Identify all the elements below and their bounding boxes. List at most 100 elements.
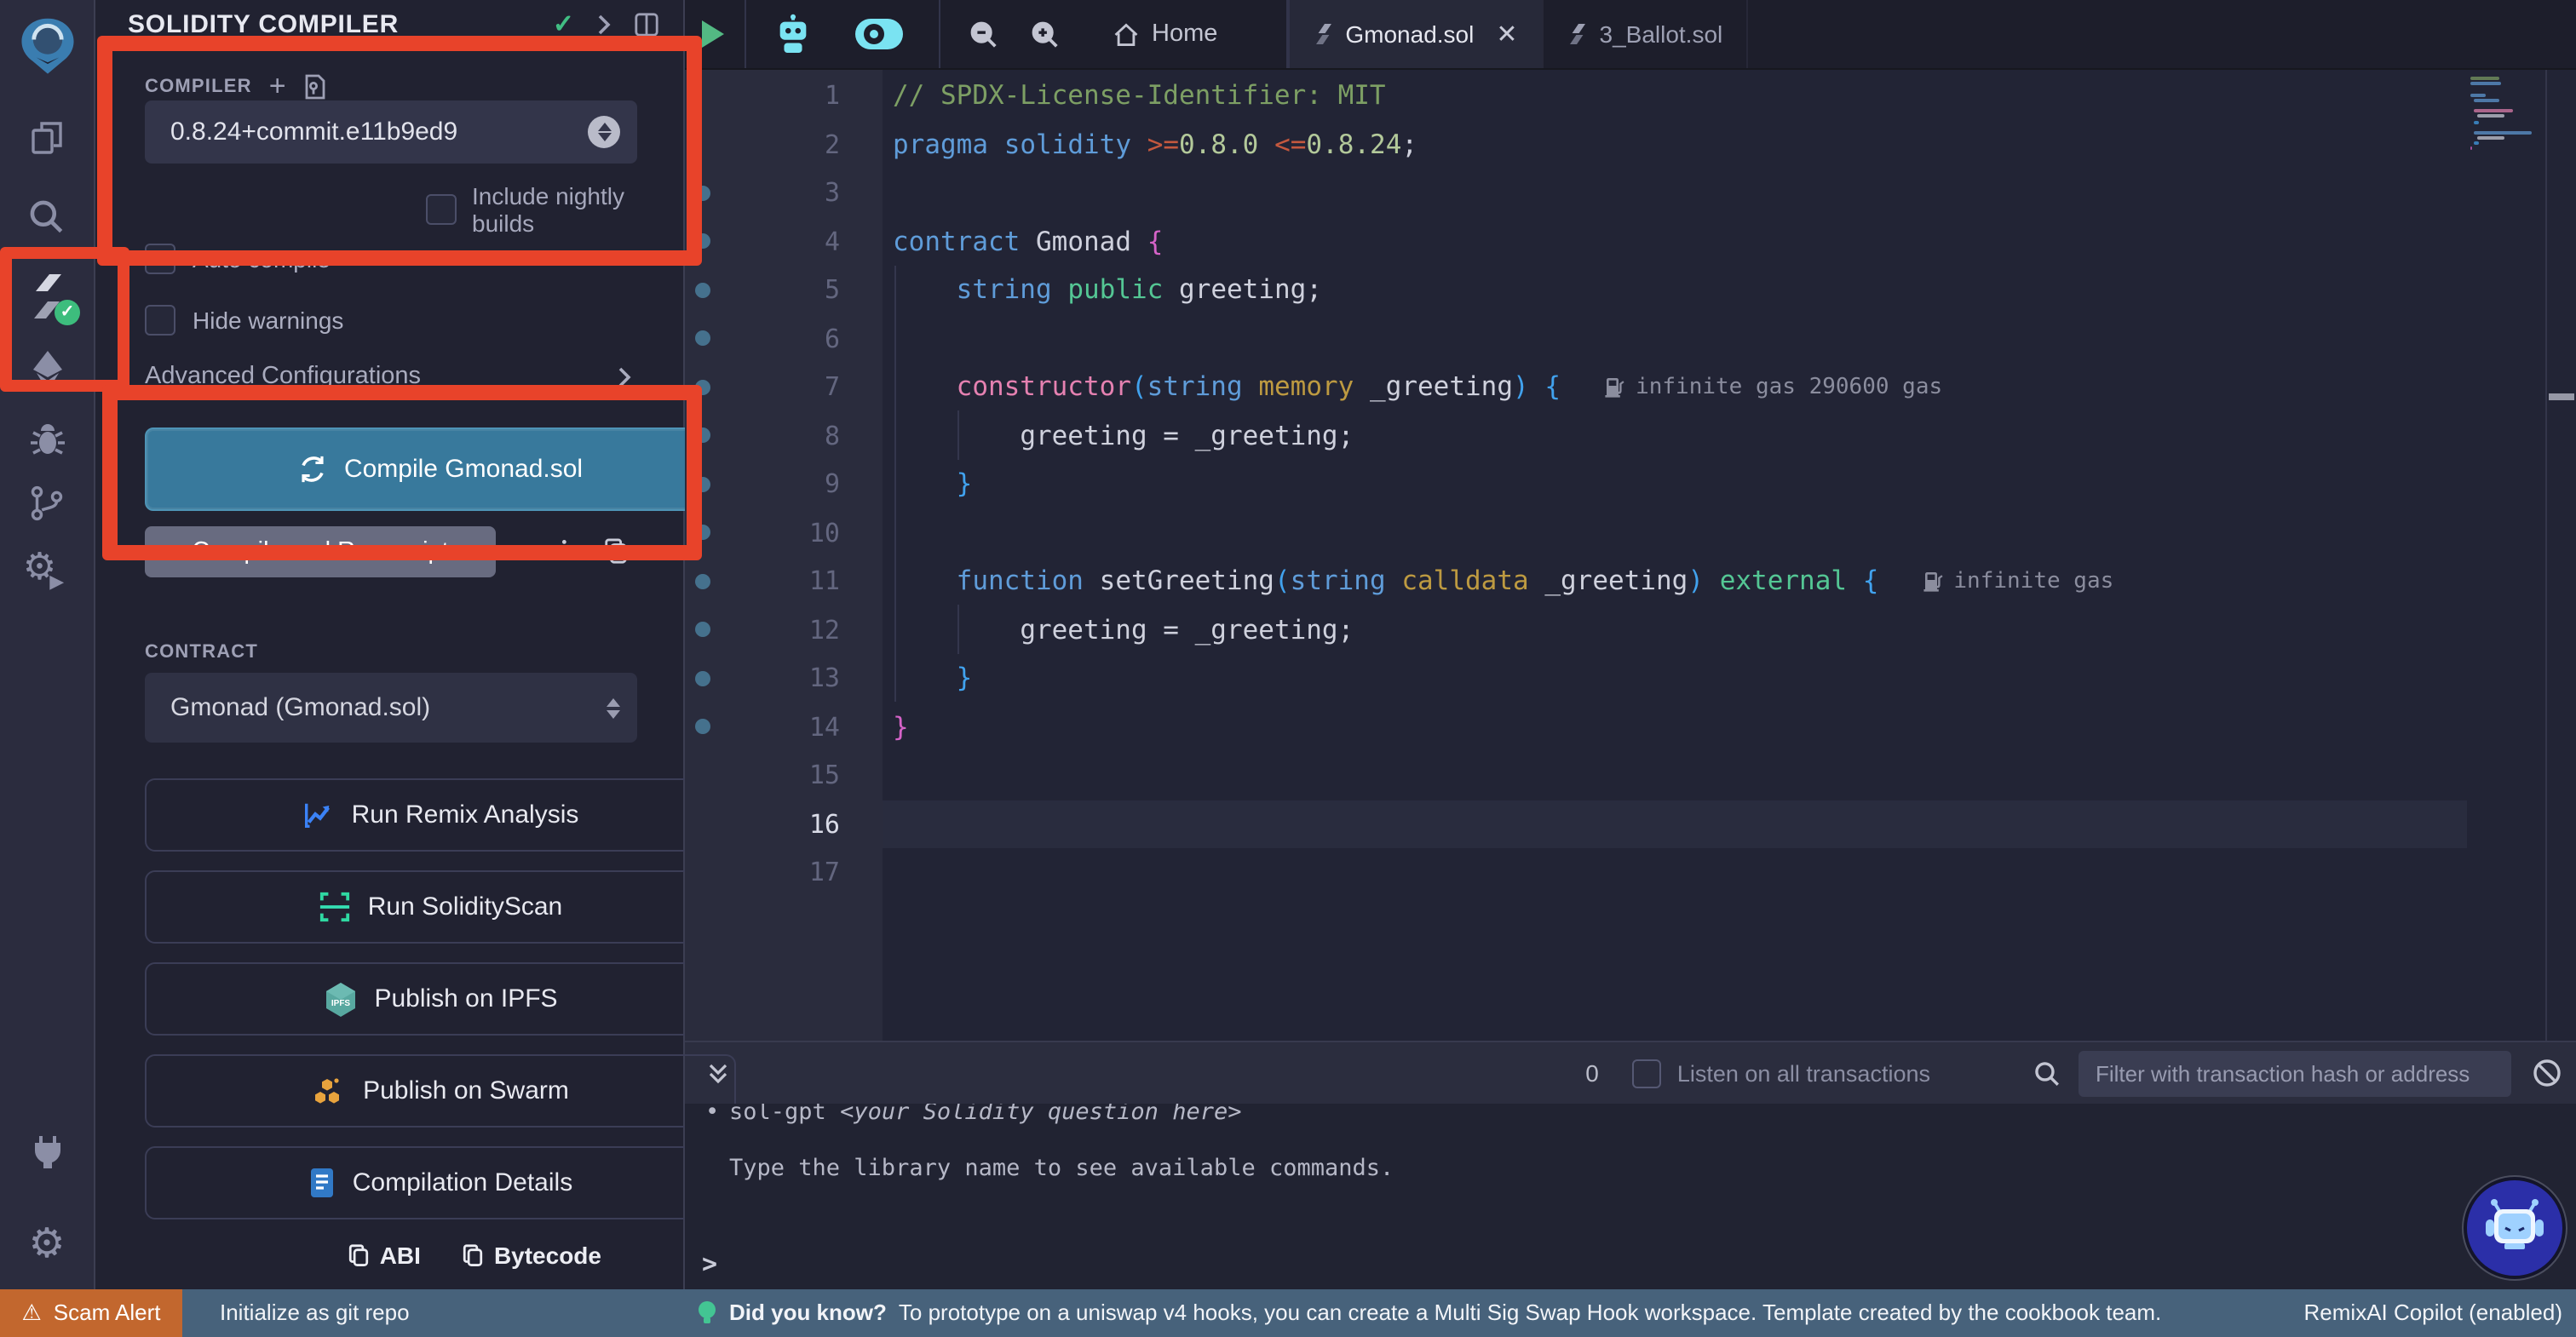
copy-abi-button[interactable]: ABI <box>348 1242 421 1269</box>
zoom-in-button[interactable] <box>1029 18 1061 50</box>
code-line[interactable] <box>883 314 2467 363</box>
panel-columns-icon[interactable] <box>634 11 659 37</box>
terminal-prompt[interactable]: > <box>702 1248 717 1278</box>
line-number: 5 <box>710 275 883 306</box>
code-line[interactable]: } <box>883 703 2467 751</box>
compile-run-script-button[interactable]: Compile and Run script <box>145 526 496 577</box>
terminal-search-icon[interactable] <box>2033 1059 2061 1087</box>
compilation-details-button[interactable]: Compilation Details <box>145 1146 736 1219</box>
terminal-header: 0 Listen on all transactions <box>685 1041 2576 1104</box>
line-number: 14 <box>710 712 883 743</box>
hide-warnings-checkbox[interactable] <box>145 305 175 336</box>
remix-logo[interactable] <box>0 0 94 99</box>
auto-compile-label: Auto compile <box>193 245 331 273</box>
line-number: 13 <box>710 663 883 694</box>
editor-scrollbar[interactable] <box>2545 70 2576 1041</box>
code-line[interactable]: contract Gmonad { <box>883 217 2467 266</box>
terminal-help-text: Type the library name to see available c… <box>685 1150 2576 1187</box>
line-number: 12 <box>710 615 883 646</box>
file-badge-icon[interactable] <box>303 72 327 100</box>
editor-minimap[interactable] <box>2467 70 2545 1041</box>
code-line[interactable] <box>883 800 2467 848</box>
code-line[interactable]: string public greeting; <box>883 266 2467 314</box>
line-number: 16 <box>710 809 883 840</box>
remixai-assistant-bubble[interactable] <box>2464 1177 2566 1279</box>
sidebar-item-deploy-run[interactable] <box>0 336 94 407</box>
code-line[interactable] <box>883 751 2467 800</box>
tab-gmonad-sol[interactable]: Gmonad.sol ✕ <box>1287 0 1543 68</box>
sidebar-item-search[interactable] <box>0 177 94 255</box>
git-init-button[interactable]: Initialize as git repo <box>220 1300 410 1326</box>
compile-run-row: Compile and Run script i <box>145 526 637 577</box>
sidebar-item-debugger[interactable] <box>0 407 94 472</box>
publish-swarm-label: Publish on Swarm <box>363 1076 569 1105</box>
transaction-count-badge: 0 <box>1585 1059 1599 1087</box>
code-line[interactable] <box>883 848 2467 897</box>
sidebar-item-file-explorer[interactable] <box>0 99 94 177</box>
svg-text:IPFS: IPFS <box>331 998 350 1007</box>
gutter-dot <box>695 574 710 589</box>
include-nightly-label: Include nightly builds <box>472 182 637 237</box>
code-line[interactable]: constructor(string memory _greeting) {in… <box>883 363 2467 411</box>
copy-icon[interactable] <box>604 538 630 565</box>
scrollbar-thumb[interactable] <box>2549 393 2574 400</box>
clear-console-icon[interactable] <box>2532 1058 2562 1088</box>
gutter-dot <box>695 428 710 444</box>
hide-warnings-label: Hide warnings <box>193 307 343 334</box>
copilot-status[interactable]: RemixAI Copilot (enabled) <box>2304 1300 2562 1326</box>
code-line[interactable]: greeting = _greeting; <box>883 605 2467 654</box>
chevron-right-icon[interactable] <box>596 13 612 35</box>
editor-code-area[interactable]: // SPDX-License-Identifier: MITpragma so… <box>883 70 2467 1041</box>
compile-button[interactable]: Compile Gmonad.sol <box>145 427 736 511</box>
terminal-output[interactable]: •sol-gpt <your Solidity question here> T… <box>685 1104 2576 1288</box>
compiler-version-select[interactable]: 0.8.24+commit.e11b9ed9 <box>145 100 637 164</box>
code-line[interactable]: // SPDX-License-Identifier: MIT <box>883 72 2467 120</box>
scam-alert-button[interactable]: ⚠ Scam Alert <box>0 1288 182 1337</box>
activity-icon-bar: ✓ ⚙▶ <box>0 0 95 1288</box>
code-line[interactable] <box>883 508 2467 557</box>
include-nightly-checkbox[interactable] <box>426 194 457 225</box>
ai-copilot-toggle[interactable] <box>854 17 905 51</box>
publish-swarm-button[interactable]: Publish on Swarm <box>145 1054 736 1128</box>
sidebar-item-settings[interactable]: ⚙ <box>28 1224 65 1265</box>
code-line[interactable]: } <box>883 654 2467 703</box>
sidebar-item-plugin-manager[interactable] <box>26 1130 67 1179</box>
gas-estimate-annotation: infinite gas 290600 gas <box>1605 375 1942 400</box>
gutter-dot <box>695 89 710 104</box>
sidebar-item-script-runner[interactable]: ⚙▶ <box>0 533 94 601</box>
line-number: 10 <box>710 518 883 548</box>
run-solidityscan-button[interactable]: Run SolidityScan <box>145 870 736 944</box>
tab-close-icon[interactable]: ✕ <box>1496 19 1517 49</box>
transaction-filter-input[interactable] <box>2079 1050 2511 1096</box>
sidebar-item-solidity-compiler[interactable]: ✓ <box>0 257 94 336</box>
add-compiler-icon[interactable]: + <box>269 72 286 100</box>
status-bar: ⚠ Scam Alert Initialize as git repo Did … <box>0 1288 2576 1337</box>
tab-3-ballot-sol[interactable]: 3_Ballot.sol <box>1544 0 1749 68</box>
code-line[interactable] <box>883 169 2467 217</box>
remixai-robot-button[interactable] <box>773 14 813 55</box>
listen-transactions-checkbox[interactable] <box>1633 1059 1662 1087</box>
code-line[interactable]: pragma solidity >=0.8.0 <=0.8.24; <box>883 120 2467 169</box>
run-remix-analysis-button[interactable]: Run Remix Analysis <box>145 778 736 852</box>
contract-select-value: Gmonad (Gmonad.sol) <box>170 693 430 722</box>
info-icon[interactable]: i <box>559 537 566 567</box>
code-line[interactable]: } <box>883 460 2467 508</box>
code-line[interactable]: function setGreeting(string calldata _gr… <box>883 557 2467 605</box>
toggle-on-icon <box>854 17 905 51</box>
copy-bytecode-button[interactable]: Bytecode <box>462 1242 601 1269</box>
gutter-dot <box>695 671 710 686</box>
zoom-out-button[interactable] <box>968 18 1000 50</box>
code-editor[interactable]: 1234567891011121314151617 // SPDX-Licens… <box>685 70 2576 1041</box>
compilation-details-label: Compilation Details <box>353 1168 572 1197</box>
run-script-play-button[interactable] <box>702 20 724 48</box>
advanced-configurations[interactable]: Advanced Configurations <box>145 363 637 390</box>
tab-home[interactable]: Home <box>1075 20 1255 48</box>
contract-select[interactable]: Gmonad (Gmonad.sol) <box>145 673 637 743</box>
publish-ipfs-button[interactable]: IPFS Publish on IPFS <box>145 962 736 1036</box>
tab-label: Gmonad.sol <box>1345 20 1474 48</box>
auto-compile-checkbox[interactable] <box>145 244 175 274</box>
listen-transactions-label: Listen on all transactions <box>1677 1060 1930 1086</box>
code-line[interactable]: greeting = _greeting; <box>883 411 2467 460</box>
solidity-file-icon <box>1313 22 1333 46</box>
sidebar-item-git[interactable] <box>0 472 94 533</box>
